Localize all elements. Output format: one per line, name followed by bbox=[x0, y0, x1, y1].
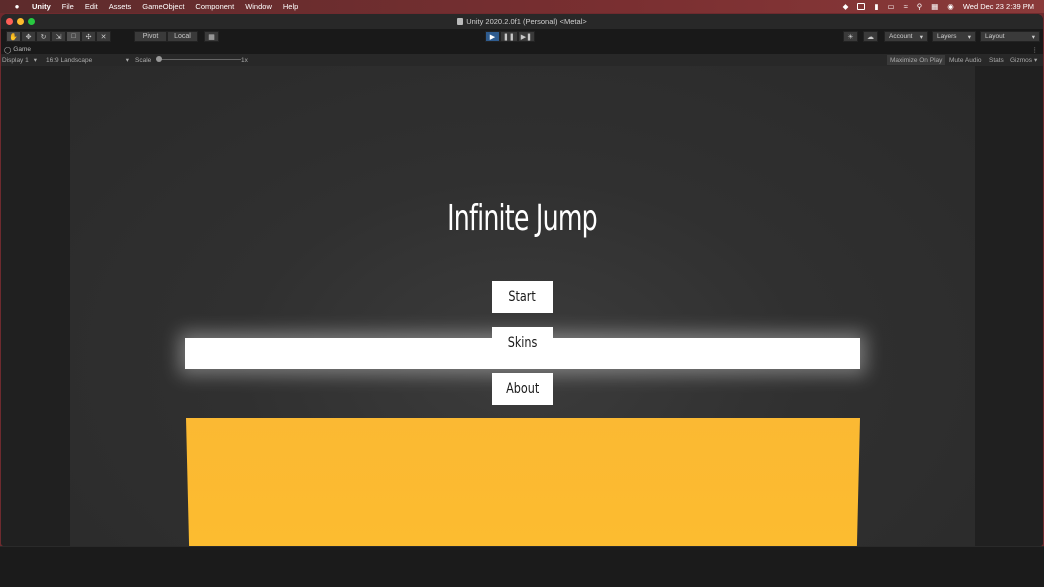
menu-help[interactable]: Help bbox=[283, 2, 298, 11]
menu-gameobject[interactable]: GameObject bbox=[142, 2, 184, 11]
grid-snap-icon[interactable]: ▦ bbox=[204, 31, 219, 42]
hand-tool-icon[interactable]: ✋ bbox=[6, 31, 21, 42]
account-label: Account bbox=[889, 33, 913, 40]
stats-toggle[interactable]: Stats bbox=[989, 55, 1004, 65]
about-button[interactable]: About bbox=[492, 373, 553, 405]
custom-tool-icon[interactable]: ✕ bbox=[96, 31, 111, 42]
zoom-window-button[interactable] bbox=[28, 18, 35, 25]
layers-dropdown[interactable]: Layers ▾ bbox=[932, 31, 976, 42]
layout-dropdown[interactable]: Layout ▾ bbox=[980, 31, 1040, 42]
game-viewport[interactable]: Infinite Jump Start Skins About bbox=[1, 66, 1043, 546]
chevron-down-icon: ▾ bbox=[1034, 57, 1038, 64]
close-window-button[interactable] bbox=[6, 18, 13, 25]
menu-file[interactable]: File bbox=[62, 2, 74, 11]
game-controller-icon: ◯ bbox=[4, 46, 12, 54]
scale-tool-icon[interactable]: ⇲ bbox=[51, 31, 66, 42]
tab-menu-icon[interactable]: ⋮ bbox=[1032, 46, 1039, 54]
game-tab-bar: ◯ Game ⋮ bbox=[1, 45, 1043, 54]
app-status-icon[interactable]: ▮ bbox=[874, 2, 878, 11]
transform-tool-icon[interactable]: ✣ bbox=[81, 31, 96, 42]
rect-tool-icon[interactable]: □ bbox=[66, 31, 81, 42]
macos-menu-bar: ● Unity File Edit Assets GameObject Comp… bbox=[0, 0, 1044, 13]
gizmos-toggle[interactable]: Gizmos ▾ bbox=[1010, 55, 1037, 65]
traffic-lights bbox=[6, 18, 35, 25]
aspect-label: 16:9 Landscape bbox=[46, 56, 93, 64]
editor-toolbar: ✋ ✥ ↻ ⇲ □ ✣ ✕ Pivot Local ▦ ▶ ❚❚ ▶❚ ☀ ☁ … bbox=[1, 29, 1043, 45]
unity-status-icon[interactable]: ◆ bbox=[843, 2, 849, 11]
clock[interactable]: Wed Dec 23 2:39 PM bbox=[963, 2, 1034, 11]
mute-label: Mute Audio bbox=[949, 56, 982, 64]
lava-area bbox=[186, 418, 860, 546]
scale-slider-handle[interactable] bbox=[156, 56, 162, 62]
pivot-label: Pivot bbox=[142, 33, 159, 40]
tab-game-label: Game bbox=[13, 46, 31, 53]
minimize-window-button[interactable] bbox=[17, 18, 24, 25]
search-icon[interactable]: ⚲ bbox=[917, 2, 923, 11]
wifi-icon[interactable]: ≈ bbox=[904, 2, 908, 11]
user-icon[interactable]: ◉ bbox=[947, 2, 954, 11]
playback-controls: ▶ ❚❚ ▶❚ bbox=[485, 31, 535, 42]
play-button[interactable]: ▶ bbox=[485, 31, 500, 42]
start-button[interactable]: Start bbox=[492, 281, 553, 313]
aspect-dropdown[interactable]: 16:9 Landscape ▾ bbox=[46, 55, 129, 65]
pivot-group: Pivot Local ▦ bbox=[134, 31, 219, 42]
pause-button[interactable]: ❚❚ bbox=[500, 31, 518, 42]
menu-unity[interactable]: Unity bbox=[32, 2, 51, 11]
move-tool-icon[interactable]: ✥ bbox=[21, 31, 36, 42]
menu-edit[interactable]: Edit bbox=[85, 2, 98, 11]
battery-icon[interactable]: ▭ bbox=[887, 2, 894, 11]
maximize-on-play-toggle[interactable]: Maximize On Play bbox=[887, 55, 946, 65]
game-view-toolbar: Display 1 ▾ 16:9 Landscape ▾ Scale 1x Ma… bbox=[1, 54, 1043, 66]
screen-icon[interactable] bbox=[857, 3, 866, 10]
window-title: Unity 2020.2.0f1 (Personal) <Metal> bbox=[466, 17, 587, 26]
chevron-down-icon: ▾ bbox=[125, 57, 129, 64]
transform-tools: ✋ ✥ ↻ ⇲ □ ✣ ✕ bbox=[6, 31, 111, 42]
chevron-down-icon: ▾ bbox=[33, 57, 37, 64]
chevron-down-icon: ▾ bbox=[1031, 33, 1035, 41]
divider bbox=[0, 546, 1044, 547]
menu-window[interactable]: Window bbox=[245, 2, 272, 11]
account-dropdown[interactable]: Account ▾ bbox=[884, 31, 928, 42]
local-label: Local bbox=[174, 33, 191, 40]
scale-slider-track[interactable] bbox=[159, 59, 241, 60]
collab-icon[interactable]: ☀ bbox=[843, 31, 858, 42]
gizmos-label: Gizmos bbox=[1010, 56, 1033, 64]
display-label: Display 1 bbox=[2, 56, 29, 64]
cloud-icon[interactable]: ☁ bbox=[863, 31, 878, 42]
rotate-tool-icon[interactable]: ↻ bbox=[36, 31, 51, 42]
apple-icon[interactable]: ● bbox=[12, 2, 22, 11]
stats-label: Stats bbox=[989, 56, 1004, 64]
about-label: About bbox=[505, 381, 540, 397]
scale-label: Scale bbox=[135, 56, 152, 64]
scale-value: 1x bbox=[241, 56, 248, 64]
pivot-toggle[interactable]: Pivot bbox=[134, 31, 167, 42]
maximize-label: Maximize On Play bbox=[890, 56, 943, 64]
window-titlebar[interactable]: Unity 2020.2.0f1 (Personal) <Metal> bbox=[1, 14, 1043, 29]
chevron-down-icon: ▾ bbox=[967, 33, 971, 41]
skins-label: Skins bbox=[507, 335, 538, 351]
mute-audio-toggle[interactable]: Mute Audio bbox=[949, 55, 982, 65]
skins-button[interactable]: Skins bbox=[492, 327, 553, 359]
unity-window: Unity 2020.2.0f1 (Personal) <Metal> ✋ ✥ … bbox=[1, 14, 1043, 546]
menu-component[interactable]: Component bbox=[195, 2, 234, 11]
desktop-background bbox=[0, 546, 1044, 587]
control-center-icon[interactable]: ▦ bbox=[931, 2, 938, 11]
document-icon bbox=[457, 18, 464, 25]
start-label: Start bbox=[508, 289, 537, 305]
step-button[interactable]: ▶❚ bbox=[517, 31, 535, 42]
tab-game[interactable]: ◯ Game bbox=[4, 46, 31, 54]
display-dropdown[interactable]: Display 1 ▾ bbox=[2, 55, 37, 65]
status-area: ◆ ▮ ▭ ≈ ⚲ ▦ ◉ Wed Dec 23 2:39 PM bbox=[843, 0, 1034, 13]
layers-label: Layers bbox=[937, 33, 957, 40]
layout-label: Layout bbox=[985, 33, 1005, 40]
local-toggle[interactable]: Local bbox=[167, 31, 198, 42]
menu-assets[interactable]: Assets bbox=[109, 2, 132, 11]
game-title: Infinite Jump bbox=[447, 198, 598, 239]
chevron-down-icon: ▾ bbox=[919, 33, 923, 41]
